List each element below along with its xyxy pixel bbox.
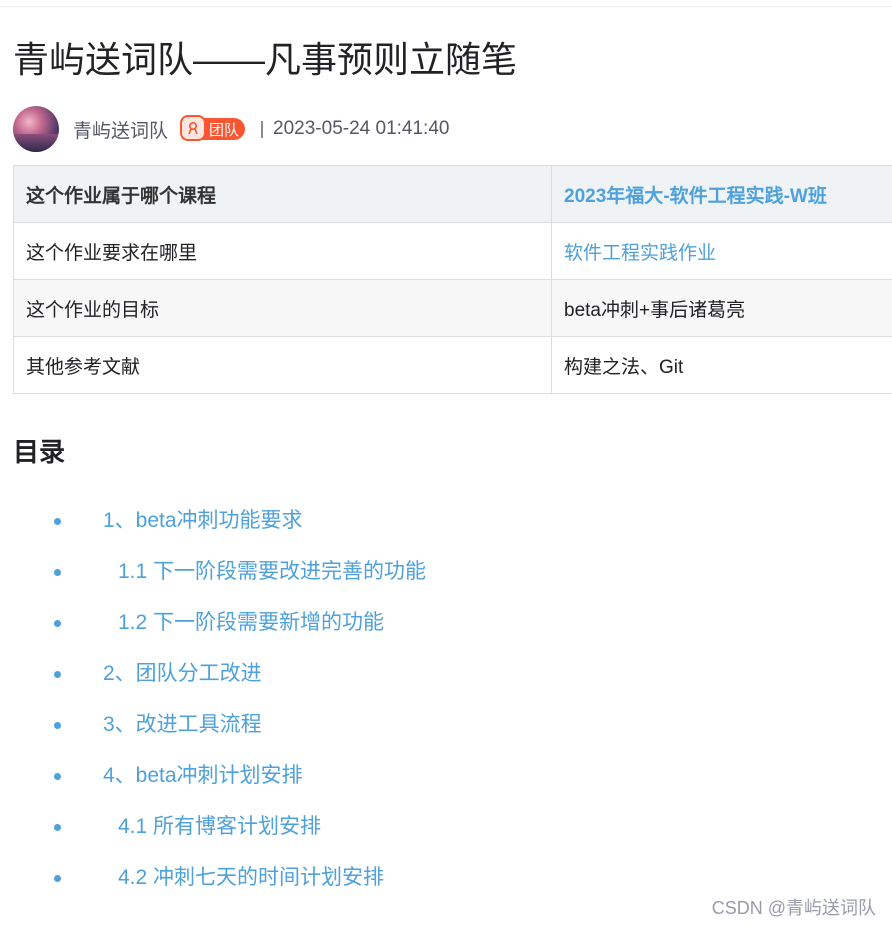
team-badge: 团队 — [180, 115, 246, 141]
course-link[interactable]: 2023年福大-软件工程实践-W班 — [551, 165, 892, 223]
table-cell-label: 这个作业的目标 — [13, 279, 552, 337]
bullet-icon — [54, 875, 61, 882]
bullet-icon — [54, 569, 61, 576]
toc-link[interactable]: 3、改进工具流程 — [103, 699, 262, 750]
table-cell-label: 这个作业属于哪个课程 — [13, 165, 552, 223]
team-badge-icon — [180, 115, 207, 141]
table-row: 这个作业属于哪个课程 2023年福大-软件工程实践-W班 — [13, 165, 892, 223]
bullet-icon — [54, 518, 61, 525]
toc-link[interactable]: 1、beta冲刺功能要求 — [103, 495, 303, 546]
meta-separator — [261, 120, 264, 138]
table-row: 其他参考文献 构建之法、Git — [13, 336, 892, 394]
bullet-icon — [54, 824, 61, 831]
assignment-info-table: 这个作业属于哪个课程 2023年福大-软件工程实践-W班 这个作业要求在哪里 软… — [13, 165, 892, 394]
table-row: 这个作业要求在哪里 软件工程实践作业 — [13, 222, 892, 280]
toc-link[interactable]: 4.1 所有博客计划安排 — [118, 801, 321, 852]
team-badge-label: 团队 — [209, 121, 240, 139]
table-cell-value: beta冲刺+事后诸葛亮 — [551, 279, 892, 337]
bullet-icon — [54, 722, 61, 729]
toc-link[interactable]: 4、beta冲刺计划安排 — [103, 750, 303, 801]
table-row: 这个作业的目标 beta冲刺+事后诸葛亮 — [13, 279, 892, 337]
table-cell-label: 这个作业要求在哪里 — [13, 222, 552, 280]
toc-link[interactable]: 4.2 冲刺七天的时间计划安排 — [118, 852, 384, 903]
csdn-watermark: CSDN @青屿送词队 — [711, 898, 876, 918]
publish-datetime: 2023-05-24 01:41:40 — [273, 118, 450, 139]
bullet-icon — [54, 620, 61, 627]
table-cell-value: 构建之法、Git — [551, 336, 892, 394]
toc-link[interactable]: 1.2 下一阶段需要新增的功能 — [118, 597, 384, 648]
bullet-icon — [54, 671, 61, 678]
table-cell-label: 其他参考文献 — [13, 336, 552, 394]
top-divider — [0, 6, 892, 7]
article-meta: 青屿送词队 团队 2023-05-24 01:41:40 — [13, 105, 449, 153]
toc-link[interactable]: 1.1 下一阶段需要改进完善的功能 — [118, 546, 426, 597]
author-avatar[interactable] — [13, 106, 59, 152]
toc-heading: 目录 — [13, 437, 66, 467]
bullet-icon — [54, 773, 61, 780]
assignment-requirement-link[interactable]: 软件工程实践作业 — [551, 222, 892, 280]
toc-link[interactable]: 2、团队分工改进 — [103, 648, 262, 699]
article-title: 青屿送词队——凡事预则立随笔 — [13, 39, 518, 80]
author-name[interactable]: 青屿送词队 — [73, 116, 168, 143]
